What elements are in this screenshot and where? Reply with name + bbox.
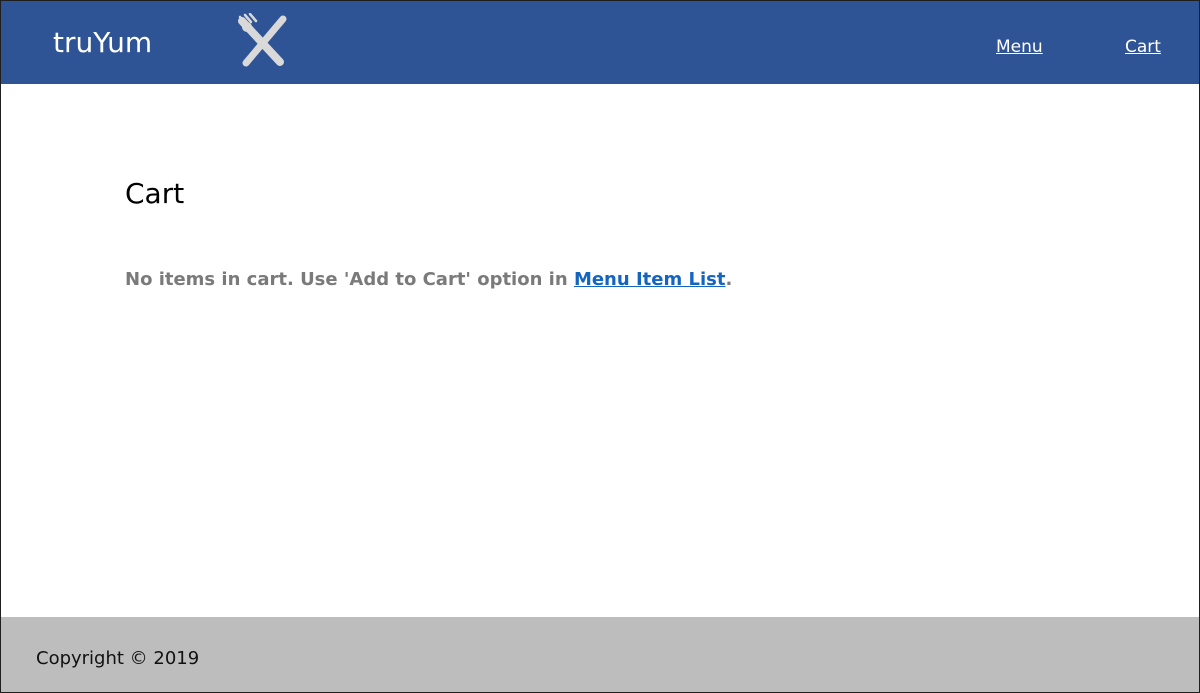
app-window: truYum Menu Cart Cart No items in cart. … — [0, 0, 1200, 693]
empty-cart-message-prefix: No items in cart. Use 'Add to Cart' opti… — [125, 269, 574, 290]
copyright-text: Copyright © 2019 — [36, 648, 200, 669]
fork-knife-icon — [238, 13, 287, 67]
brand-name[interactable]: truYum — [53, 26, 152, 60]
nav-menu-link[interactable]: Menu — [996, 36, 1043, 58]
top-navbar: truYum Menu Cart — [1, 1, 1199, 84]
menu-item-list-link[interactable]: Menu Item List — [574, 269, 726, 290]
empty-cart-message: No items in cart. Use 'Add to Cart' opti… — [125, 267, 732, 293]
page-title: Cart — [125, 177, 185, 210]
empty-cart-message-suffix: . — [725, 269, 733, 290]
nav-cart-link[interactable]: Cart — [1125, 36, 1161, 58]
